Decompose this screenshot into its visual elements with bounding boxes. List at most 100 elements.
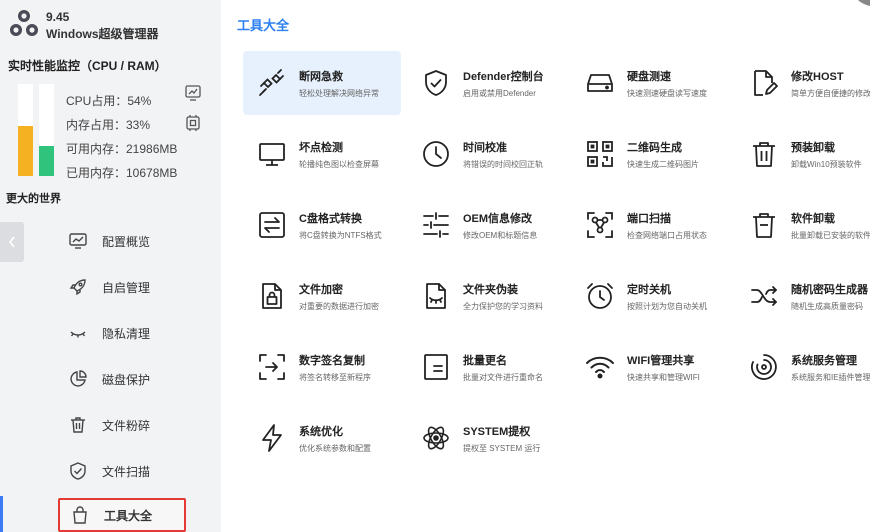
trash-icon [753, 142, 775, 167]
tool-text: 文件加密 对重要的数据进行加密 [299, 281, 379, 312]
tool-password-generator[interactable]: 随机密码生成器 随机生成高质量密码 [735, 264, 870, 328]
tool-wifi-share[interactable]: WIFI管理共享 快速共享和管理WIFI [571, 335, 729, 399]
tool-port-scan[interactable]: 端口扫描 检查网络端口占用状态 [571, 193, 729, 257]
sidebar-item-config-overview[interactable]: 配置概览 [58, 224, 186, 258]
tool-preinstall-uninstall[interactable]: 预装卸载 卸载Win10预装软件 [735, 122, 870, 186]
tool-desc: 轮播纯色图以检查屏幕 [299, 159, 379, 169]
tool-desc: 批量对文件进行重命名 [463, 372, 543, 382]
tool-desc: 快速共享和管理WIFI [627, 372, 700, 382]
trash-icon [71, 417, 85, 433]
tool-scheduled-shutdown[interactable]: 定时关机 按照计划为您自动关机 [571, 264, 729, 328]
perf-monitor-title: 实时性能监控（CPU / RAM） [8, 59, 167, 73]
wifi-icon [586, 356, 614, 379]
ram-usage-fill [39, 145, 54, 176]
tool-system-optimize[interactable]: 系统优化 优化系统参数和配置 [243, 406, 401, 470]
tool-name: 软件卸载 [791, 212, 835, 225]
app-version: 9.45 [46, 10, 70, 24]
monitor-chart-icon[interactable] [184, 84, 202, 102]
file-edit-icon [754, 70, 778, 96]
tool-disk-speed[interactable]: 硬盘测速 快速测速硬盘读写速度 [571, 51, 729, 115]
tool-name: Defender控制台 [463, 70, 544, 83]
tool-c-drive-convert[interactable]: C盘格式转换 将C盘转换为NTFS格式 [243, 193, 401, 257]
tool-batch-rename[interactable]: 批量更名 批量对文件进行重命名 [407, 335, 565, 399]
collapse-sidebar-button[interactable] [0, 222, 24, 262]
tool-name: 二维码生成 [627, 141, 682, 154]
tool-text: SYSTEM提权 提权至 SYSTEM 运行 [463, 423, 540, 454]
cpu-usage-bar [18, 84, 33, 176]
sidebar-item-disk-protect[interactable]: 磁盘保护 [58, 362, 186, 396]
shield-check-icon [425, 70, 447, 96]
tool-folder-disguise[interactable]: 文件夹伪装 全力保护您的学习资料 [407, 264, 565, 328]
tool-text: 坏点检测 轮播纯色图以检查屏幕 [299, 139, 379, 170]
tool-time-sync[interactable]: 时间校准 将错误的时间校回正轨 [407, 122, 565, 186]
shield-check-icon [70, 462, 86, 480]
sidebar-item-startup-manager[interactable]: 自启管理 [58, 270, 186, 304]
tool-text: 二维码生成 快速生成二维码图片 [627, 139, 699, 170]
tool-text: OEM信息修改 修改OEM和标题信息 [463, 210, 537, 241]
sidebar-item-privacy-clean[interactable]: 隐私清理 [58, 316, 186, 350]
sidebar-item-file-scan[interactable]: 文件扫描 [58, 454, 186, 488]
tool-text: 数字签名复制 将签名转移至新程序 [299, 352, 371, 383]
tool-desc: 将签名转移至新程序 [299, 372, 371, 382]
sidebar-item-toolbox[interactable]: 工具大全 [58, 498, 186, 532]
used-memory-text: 已用内存：10678MB [66, 166, 178, 180]
tool-desc: 提权至 SYSTEM 运行 [463, 443, 541, 453]
tool-name: SYSTEM提权 [463, 425, 531, 438]
tool-name: 数字签名复制 [299, 354, 365, 367]
sidebar-item-label: 文件粉碎 [102, 418, 151, 433]
cpu-usage-fill [18, 126, 33, 176]
tool-name: WIFI管理共享 [627, 354, 695, 367]
available-memory-text: 可用内存：21986MB [66, 142, 178, 156]
pie-chart-icon [70, 370, 87, 387]
tool-name: 预装卸载 [791, 141, 835, 154]
sidebar-item-label: 磁盘保护 [102, 372, 151, 387]
tool-text: 系统服务管理 系统服务和IE插件管理 [791, 352, 870, 383]
tool-desc: 全力保护您的学习资料 [463, 301, 543, 311]
tool-name: 坏点检测 [299, 141, 343, 154]
tool-desc: 随机生成高质量密码 [791, 301, 863, 311]
tool-text: 系统优化 优化系统参数和配置 [299, 423, 371, 454]
tool-name: 系统优化 [299, 425, 343, 438]
app-logo-icon [10, 10, 38, 36]
tool-software-uninstall[interactable]: 软件卸载 批量卸载已安装的软件 [735, 193, 870, 257]
rocket-icon [69, 279, 86, 296]
memory-chip-icon[interactable] [184, 114, 202, 132]
tool-text: Defender控制台 启用或禁用Defender [463, 68, 544, 99]
app-name: Windows超级管理器 [46, 27, 159, 41]
shuffle-icon [751, 286, 777, 306]
tool-desc: 批量卸载已安装的软件 [791, 230, 870, 240]
tool-dead-pixel-check[interactable]: 坏点检测 轮播纯色图以检查屏幕 [243, 122, 401, 186]
tool-system-privilege[interactable]: SYSTEM提权 提权至 SYSTEM 运行 [407, 406, 565, 470]
tool-desc: 轻松处理解决网络异常 [299, 88, 379, 98]
tool-desc: 修改OEM和标题信息 [463, 230, 538, 240]
tool-name: 系统服务管理 [791, 354, 857, 367]
tool-desc: 对重要的数据进行加密 [299, 301, 379, 311]
tool-name: C盘格式转换 [299, 212, 362, 225]
tool-service-manager[interactable]: 系统服务管理 系统服务和IE插件管理 [735, 335, 870, 399]
tool-oem-edit[interactable]: OEM信息修改 修改OEM和标题信息 [407, 193, 565, 257]
tool-defender-console[interactable]: Defender控制台 启用或禁用Defender [407, 51, 565, 115]
tool-signature-copy[interactable]: 数字签名复制 将签名转移至新程序 [243, 335, 401, 399]
frame-transfer-icon [259, 354, 285, 380]
alarm-clock-icon [587, 283, 613, 309]
tool-name: 断网急救 [299, 70, 343, 83]
lightning-icon [262, 424, 282, 452]
tool-text: 预装卸载 卸载Win10预装软件 [791, 139, 862, 170]
tool-edit-host[interactable]: 修改HOST 简单方便自便捷的修改 [735, 51, 870, 115]
tool-name: 文件加密 [299, 283, 343, 296]
tool-network-rescue[interactable]: 断网急救 轻松处理解决网络异常 [243, 51, 401, 115]
tool-text: 硬盘测速 快速测速硬盘读写速度 [627, 68, 707, 99]
active-nav-marker [0, 496, 3, 532]
tool-qrcode[interactable]: 二维码生成 快速生成二维码图片 [571, 122, 729, 186]
tool-name: 端口扫描 [627, 212, 671, 225]
tool-text: 断网急救 轻松处理解决网络异常 [299, 68, 379, 99]
unplugged-cable-icon [259, 69, 284, 96]
tool-file-encrypt[interactable]: 文件加密 对重要的数据进行加密 [243, 264, 401, 328]
sidebar-item-file-shredder[interactable]: 文件粉碎 [58, 408, 186, 442]
sidebar-section-title: 更大的世界 [6, 193, 61, 205]
tool-name: 文件夹伪装 [463, 283, 518, 296]
ram-usage-text: 内存占用：33% [66, 118, 151, 132]
tool-desc: 快速测速硬盘读写速度 [627, 88, 707, 98]
tool-text: 批量更名 批量对文件进行重命名 [463, 352, 543, 383]
monitor-icon [259, 143, 285, 166]
